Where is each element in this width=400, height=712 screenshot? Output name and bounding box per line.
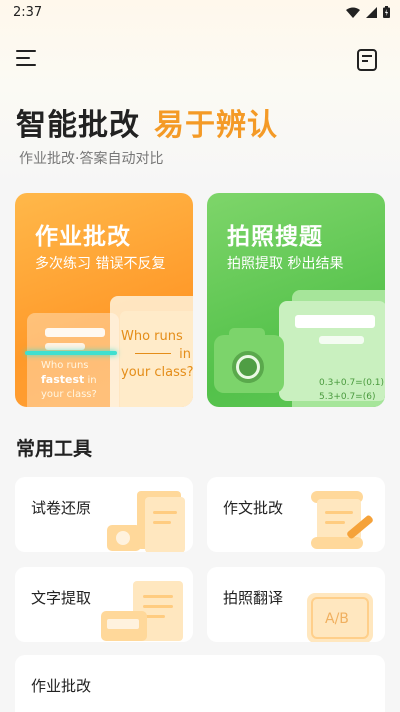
title-accent: 易于辨认 bbox=[154, 108, 278, 143]
tool-label: 拍照翻译 bbox=[223, 589, 284, 607]
sample-line-1: Who runs bbox=[121, 329, 183, 344]
tool-label: 作文批改 bbox=[223, 499, 284, 517]
camera-lens-inner bbox=[239, 358, 257, 376]
photo-search-card[interactable]: 拍照搜题 拍照提取 秒出结果 0.3+0.7=(0.1) 5.3+0.7=(6) bbox=[207, 193, 385, 407]
battery-icon bbox=[383, 6, 390, 18]
scanned-bold-word: fastest bbox=[41, 373, 85, 386]
homework-correction-card[interactable]: 作业批改 多次练习 错误不反复 Who runs in your class? … bbox=[15, 193, 193, 407]
formula-2: 5.3+0.7=(6) bbox=[319, 392, 376, 402]
formula-1: 0.3+0.7=(0.1) bbox=[319, 378, 385, 388]
wifi-icon bbox=[346, 7, 360, 18]
sample-line-3: your class? bbox=[121, 365, 193, 380]
signal-icon bbox=[366, 6, 377, 18]
tool-label: 作业批改 bbox=[31, 677, 92, 695]
tool-text-extraction[interactable]: 文字提取 bbox=[15, 567, 193, 642]
tool-paper-restore[interactable]: 试卷还原 bbox=[15, 477, 193, 552]
text-bar bbox=[319, 336, 364, 344]
sample-line-2: in bbox=[179, 347, 191, 362]
status-icons bbox=[346, 6, 390, 18]
title-main: 智能批改 bbox=[16, 108, 140, 143]
tools-section-title: 常用工具 bbox=[16, 438, 93, 460]
document-icon[interactable] bbox=[357, 49, 377, 71]
translate-glyph: A/B bbox=[325, 611, 349, 627]
scanned-text: Who runs fastest in your class? bbox=[41, 359, 121, 402]
scan-line bbox=[25, 351, 117, 355]
sample-question-text: Who runs in your class? bbox=[121, 328, 193, 382]
status-time: 2:37 bbox=[13, 4, 43, 20]
scanned-line-3: your class? bbox=[41, 389, 97, 400]
page-subtitle: 作业批改·答案自动对比 bbox=[19, 151, 164, 167]
menu-icon[interactable] bbox=[16, 50, 38, 68]
scanner-bar bbox=[45, 328, 105, 337]
homework-card-subtitle: 多次练习 错误不反复 bbox=[35, 256, 166, 272]
scanner-bar bbox=[45, 343, 85, 350]
homework-card-title: 作业批改 bbox=[35, 224, 131, 250]
app-bar bbox=[0, 40, 400, 80]
scanned-line-1: Who runs bbox=[41, 360, 89, 371]
sample-blank-line bbox=[135, 353, 171, 354]
photo-search-card-title: 拍照搜题 bbox=[227, 224, 323, 250]
status-bar: 2:37 bbox=[0, 0, 400, 24]
tool-essay-correction[interactable]: 作文批改 bbox=[207, 477, 385, 552]
text-bar bbox=[295, 315, 375, 328]
tool-photo-translate[interactable]: 拍照翻译 A/B bbox=[207, 567, 385, 642]
photo-search-card-subtitle: 拍照提取 秒出结果 bbox=[227, 256, 344, 272]
scanned-in: in bbox=[87, 375, 97, 386]
tool-label: 试卷还原 bbox=[31, 499, 92, 517]
page-title: 智能批改 易于辨认 bbox=[16, 100, 278, 144]
tool-label: 文字提取 bbox=[31, 589, 92, 607]
tool-homework-correction[interactable]: 作业批改 bbox=[15, 655, 385, 712]
